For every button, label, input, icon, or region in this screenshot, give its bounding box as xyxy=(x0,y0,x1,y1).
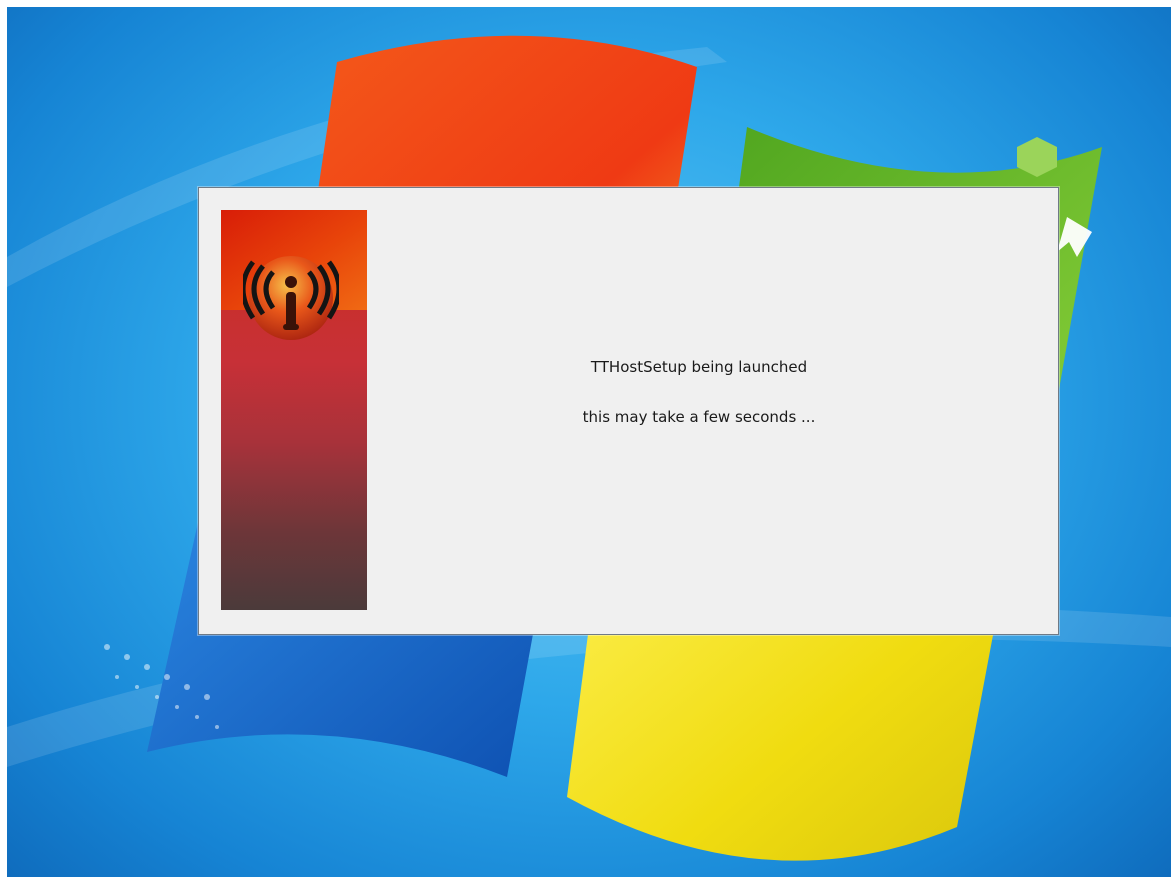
launch-wait-text: this may take a few seconds ... xyxy=(582,408,816,426)
broadcast-signal-icon xyxy=(243,256,339,340)
launch-messages: TTHostSetup being launched this may take… xyxy=(549,356,849,428)
launch-status-text: TTHostSetup being launched xyxy=(590,358,808,376)
desktop-background: TTHostSetup being launched this may take… xyxy=(7,7,1171,877)
setup-banner-image xyxy=(221,210,367,610)
launcher-splash-dialog: TTHostSetup being launched this may take… xyxy=(198,187,1059,635)
screen: TTHostSetup being launched this may take… xyxy=(0,0,1173,879)
